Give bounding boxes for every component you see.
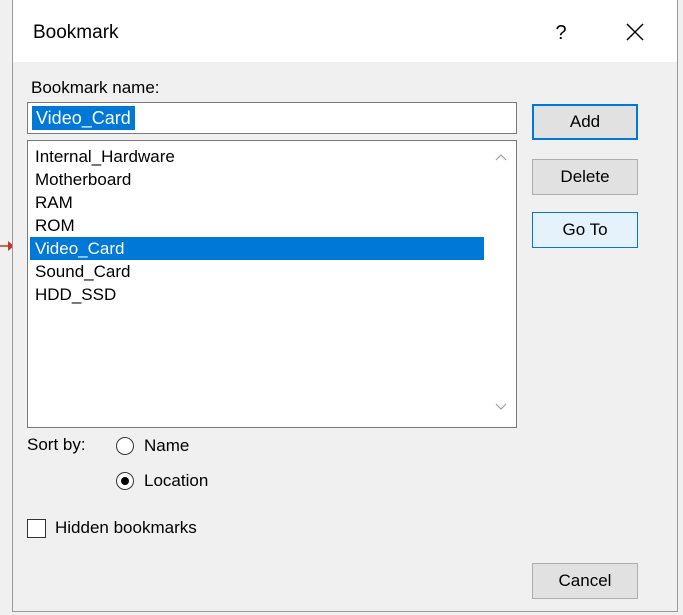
cancel-button[interactable]: Cancel [532, 563, 638, 599]
scroll-up-button[interactable] [486, 147, 516, 171]
sort-location-label: Location [144, 471, 209, 490]
bookmark-list-item[interactable]: RAM [30, 191, 484, 214]
scroll-down-button[interactable] [486, 397, 516, 421]
bookmark-name-label: Bookmark name: [31, 78, 160, 97]
hidden-bookmarks-option[interactable]: Hidden bookmarks [27, 518, 197, 538]
bookmark-list-item[interactable]: Video_Card [30, 237, 484, 260]
sort-location-option[interactable]: Location [116, 469, 208, 493]
bookmark-list-item[interactable]: ROM [30, 214, 484, 237]
bookmark-list-item[interactable]: Sound_Card [30, 260, 484, 283]
title-bar: Bookmark ? [13, 0, 677, 62]
close-icon [626, 23, 644, 41]
sort-by-label: Sort by: [27, 435, 86, 454]
bookmark-list-items: Internal_Hardware Motherboard RAM ROM Video_… [30, 145, 484, 306]
help-button[interactable]: ? [541, 16, 581, 50]
chevron-up-icon [495, 154, 507, 161]
sort-name-option[interactable]: Name [116, 434, 189, 458]
sort-name-radio[interactable] [116, 437, 134, 455]
bookmark-dialog: Bookmark ? Bookmark name: Video_Card Int… [12, 0, 678, 612]
sort-location-radio[interactable] [116, 472, 134, 490]
bookmark-name-value: Video_Card [32, 106, 135, 130]
hidden-bookmarks-checkbox[interactable] [27, 518, 46, 538]
list-scrollbar[interactable] [486, 141, 516, 427]
bookmark-list[interactable]: Internal_Hardware Motherboard RAM ROM Video_… [27, 140, 517, 428]
hidden-bookmarks-label: Hidden bookmarks [55, 518, 197, 537]
bookmark-list-item[interactable]: Motherboard [30, 168, 484, 191]
delete-button[interactable]: Delete [532, 159, 638, 195]
chevron-down-icon [495, 403, 507, 410]
dialog-title: Bookmark [33, 22, 119, 43]
add-button[interactable]: Add [532, 104, 638, 140]
sort-name-label: Name [144, 436, 190, 455]
go-to-button[interactable]: Go To [532, 212, 638, 248]
bookmark-list-item[interactable]: HDD_SSD [30, 283, 484, 306]
bookmark-list-item[interactable]: Internal_Hardware [30, 145, 484, 168]
close-button[interactable] [613, 16, 657, 50]
bookmark-name-input[interactable]: Video_Card [27, 102, 517, 134]
